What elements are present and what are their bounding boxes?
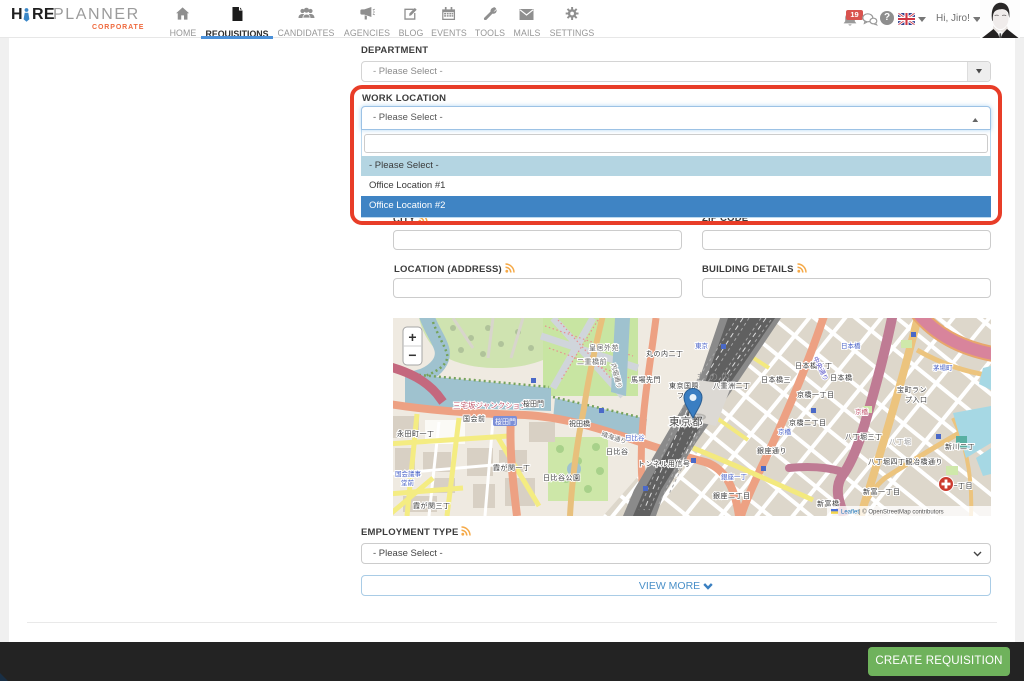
svg-text:日本橋三: 日本橋三 xyxy=(761,375,791,384)
svg-text:銀座一丁: 銀座一丁 xyxy=(721,472,748,481)
svg-text:皇居外苑: 皇居外苑 xyxy=(589,343,619,352)
svg-text:日本橋: 日本橋 xyxy=(841,341,861,350)
svg-text:Leaflet: Leaflet xyxy=(841,510,859,516)
svg-text:| © OpenStreetMap contributors: | © OpenStreetMap contributors xyxy=(859,509,944,516)
svg-text:八丁堀三丁: 八丁堀三丁 xyxy=(845,432,883,441)
svg-text:銀座二丁目: 銀座二丁目 xyxy=(713,491,751,500)
svg-text:丸の内二丁: 丸の内二丁 xyxy=(646,349,684,358)
svg-text:東京: 東京 xyxy=(695,341,709,350)
svg-text:霞が関一丁: 霞が関一丁 xyxy=(493,463,531,472)
svg-text:国会前: 国会前 xyxy=(463,414,486,423)
svg-text:日比谷公園: 日比谷公園 xyxy=(543,473,581,482)
svg-text:馬場先門: 馬場先門 xyxy=(631,375,661,384)
svg-text:永田町一丁: 永田町一丁 xyxy=(397,429,435,438)
svg-text:京橋一丁目: 京橋一丁目 xyxy=(797,390,835,399)
svg-text:日比谷: 日比谷 xyxy=(625,433,645,442)
svg-text:京橋: 京橋 xyxy=(855,407,869,416)
svg-text:祝田橋: 祝田橋 xyxy=(569,419,590,428)
svg-text:八丁堀: 八丁堀 xyxy=(889,437,912,446)
svg-text:−: − xyxy=(408,347,416,363)
svg-text:三宅坂ジャンクション: 三宅坂ジャンクション xyxy=(453,400,528,410)
svg-text:プ入口: プ入口 xyxy=(905,396,928,404)
svg-text:トンネル用信号: トンネル用信号 xyxy=(638,459,690,468)
svg-text:霞が関三丁: 霞が関三丁 xyxy=(413,501,451,510)
svg-text:茅場町: 茅場町 xyxy=(933,363,953,372)
svg-text:桜田門: 桜田門 xyxy=(495,417,516,426)
svg-text:八重洲二丁: 八重洲二丁 xyxy=(713,382,751,390)
svg-text:京橋: 京橋 xyxy=(778,427,792,436)
svg-text:新川二丁: 新川二丁 xyxy=(945,442,975,451)
svg-text:国会議事: 国会議事 xyxy=(395,469,422,478)
svg-text:銀座通り: 銀座通り xyxy=(757,446,787,455)
svg-text:+: + xyxy=(408,329,416,345)
svg-text:京橋二丁目: 京橋二丁目 xyxy=(789,418,827,427)
svg-text:丸の内: 丸の内 xyxy=(697,371,733,382)
svg-text:堂前: 堂前 xyxy=(401,478,415,487)
svg-text:八丁堀四丁観冶橋通り: 八丁堀四丁観冶橋通り xyxy=(868,457,943,466)
svg-text:日比谷: 日比谷 xyxy=(606,447,629,456)
svg-text:日本橋: 日本橋 xyxy=(830,373,853,382)
svg-text:桜田門: 桜田門 xyxy=(523,399,544,408)
svg-text:二重橋前: 二重橋前 xyxy=(577,357,607,366)
svg-text:新富一丁目: 新富一丁目 xyxy=(863,487,901,496)
svg-text:宝町ラン: 宝町ラン xyxy=(897,385,927,394)
